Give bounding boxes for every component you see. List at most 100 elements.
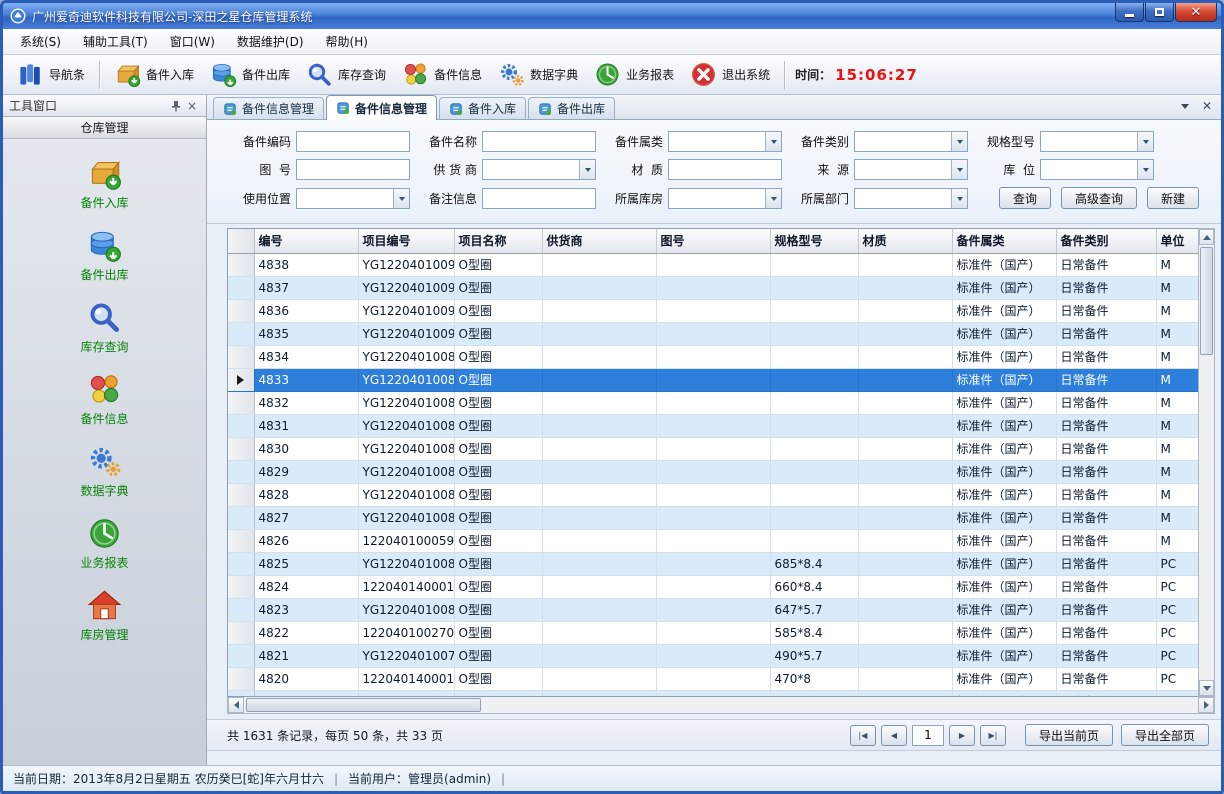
table-cell	[770, 322, 858, 345]
table-row[interactable]: 4825YG12204010081O型圈685*8.4标准件（国产）日常备件PC	[228, 552, 1198, 575]
last-page-button[interactable]: ▶|	[980, 725, 1006, 746]
table-column-header: 规格型号	[770, 229, 858, 253]
toolbar-button-data-dict[interactable]: 数据字典	[490, 58, 586, 91]
new-button[interactable]: 新建	[1147, 187, 1199, 209]
table-cell	[656, 667, 770, 690]
sidebar-item-parts-in[interactable]: 备件入库	[3, 147, 206, 219]
table-cell: 4828	[254, 483, 358, 506]
vertical-scrollbar[interactable]	[1198, 228, 1215, 697]
search-field-input[interactable]	[482, 131, 596, 152]
prev-page-button[interactable]: ◀	[881, 725, 907, 746]
table-row[interactable]: 4834YG12204010089O型圈标准件（国产）日常备件M	[228, 345, 1198, 368]
table-cell	[656, 644, 770, 667]
vertical-scroll-track[interactable]	[1199, 245, 1214, 680]
menu-item[interactable]: 数据维护(D)	[226, 29, 315, 54]
search-field-select[interactable]	[296, 188, 410, 209]
scroll-up-icon[interactable]	[1199, 229, 1214, 245]
search-field-input[interactable]	[668, 159, 782, 180]
table-cell: YG12204010083	[358, 483, 454, 506]
chevron-down-icon[interactable]	[1177, 98, 1193, 114]
chevron-down-icon	[951, 160, 967, 179]
search-field-input[interactable]	[296, 159, 410, 180]
vertical-scroll-thumb[interactable]	[1200, 247, 1213, 355]
table-row[interactable]: 4830YG12204010085O型圈标准件（国产）日常备件M	[228, 437, 1198, 460]
search-field-group: 材 质	[601, 159, 787, 180]
table-cell	[858, 575, 952, 598]
close-button[interactable]: ✕	[1175, 3, 1217, 22]
search-field-select[interactable]	[1040, 159, 1154, 180]
sidebar-item-stock-query[interactable]: 库存查询	[3, 291, 206, 363]
sidebar-item-parts-info[interactable]: 备件信息	[3, 363, 206, 435]
sidebar-item-parts-out[interactable]: 备件出库	[3, 219, 206, 291]
search-field-input[interactable]	[296, 131, 410, 152]
search-field-select[interactable]	[854, 159, 968, 180]
sidebar-item-data-dict[interactable]: 数据字典	[3, 435, 206, 507]
table-row[interactable]: 48241220401400012O型圈660*8.4标准件（国产）日常备件PC	[228, 575, 1198, 598]
table-row-partial[interactable]: 标准件（国产）日常备件	[228, 690, 1198, 697]
table-row[interactable]: 4833YG12204010088O型圈标准件（国产）日常备件M	[228, 368, 1198, 391]
export-all-pages-button[interactable]: 导出全部页	[1121, 724, 1209, 746]
search-field-input[interactable]	[482, 188, 596, 209]
scroll-down-icon[interactable]	[1199, 680, 1214, 696]
toolbar-button-report[interactable]: 业务报表	[586, 58, 682, 91]
maximize-button[interactable]	[1145, 3, 1174, 22]
close-icon[interactable]: ×	[184, 98, 200, 114]
close-tab-icon[interactable]: ✕	[1199, 98, 1215, 114]
table-row[interactable]: 4823YG12204010080O型圈647*5.7标准件（国产）日常备件PC	[228, 598, 1198, 621]
advanced-query-button[interactable]: 高级查询	[1061, 187, 1137, 209]
export-current-page-button[interactable]: 导出当前页	[1025, 724, 1113, 746]
table-cell: M	[1156, 529, 1198, 552]
pin-icon[interactable]	[168, 98, 184, 114]
toolbar-button-exit[interactable]: 退出系统	[682, 58, 778, 91]
table-row[interactable]: 48261220401000599O型圈标准件（国产）日常备件M	[228, 529, 1198, 552]
table-cell: 日常备件	[1056, 483, 1156, 506]
table-cell	[770, 414, 858, 437]
tab-0[interactable]: 备件信息管理	[213, 97, 324, 119]
table-row[interactable]: 4831YG12204010086O型圈标准件（国产）日常备件M	[228, 414, 1198, 437]
first-page-button[interactable]: |◀	[850, 725, 876, 746]
page-number-input[interactable]	[912, 725, 944, 746]
table-row[interactable]: 4829YG12204010084O型圈标准件（国产）日常备件M	[228, 460, 1198, 483]
table-row[interactable]: 48221220401002700O型圈585*8.4标准件（国产）日常备件PC	[228, 621, 1198, 644]
minimize-button[interactable]	[1115, 3, 1144, 22]
search-field-select[interactable]	[854, 188, 968, 209]
menu-item[interactable]: 窗口(W)	[159, 29, 226, 54]
tab-1[interactable]: 备件信息管理	[326, 95, 437, 120]
table-row[interactable]: 4835YG12204010090O型圈标准件（国产）日常备件M	[228, 322, 1198, 345]
table-row[interactable]: 4821YG12204010079O型圈490*5.7标准件（国产）日常备件PC	[228, 644, 1198, 667]
table-row[interactable]: 4838YG12204010093O型圈标准件（国产）日常备件M	[228, 253, 1198, 276]
table-row[interactable]: 4836YG12204010091O型圈标准件（国产）日常备件M	[228, 299, 1198, 322]
table-cell: 标准件（国产）	[952, 690, 1056, 697]
menu-item[interactable]: 帮助(H)	[315, 29, 379, 54]
search-field-select[interactable]	[668, 131, 782, 152]
query-button[interactable]: 查询	[999, 187, 1051, 209]
search-field-label: 备件编码	[229, 133, 291, 150]
scroll-left-icon[interactable]	[228, 697, 244, 713]
table-row[interactable]: 4828YG12204010083O型圈标准件（国产）日常备件M	[228, 483, 1198, 506]
search-field-select[interactable]	[1040, 131, 1154, 152]
tab-3[interactable]: 备件出库	[528, 97, 615, 119]
toolbar-button-parts-info[interactable]: 备件信息	[394, 58, 490, 91]
next-page-button[interactable]: ▶	[949, 725, 975, 746]
table-row[interactable]: 48201220401400013O型圈470*8标准件（国产）日常备件PC	[228, 667, 1198, 690]
toolbar-button-stock-query[interactable]: 库存查询	[298, 58, 394, 91]
menu-item[interactable]: 辅助工具(T)	[72, 29, 159, 54]
sidebar-item-warehouse[interactable]: 库房管理	[3, 579, 206, 651]
toolbar-button-parts-out[interactable]: 备件出库	[202, 58, 298, 91]
table-row[interactable]: 4832YG12204010087O型圈标准件（国产）日常备件M	[228, 391, 1198, 414]
toolbar-button-nav[interactable]: 导航条	[9, 58, 93, 91]
sidebar-item-report[interactable]: 业务报表	[3, 507, 206, 579]
horizontal-scroll-track[interactable]	[244, 697, 1198, 713]
search-field-select[interactable]	[482, 159, 596, 180]
tab-2[interactable]: 备件入库	[439, 97, 526, 119]
horizontal-scroll-thumb[interactable]	[246, 698, 481, 712]
toolbar-items: 导航条备件入库备件出库库存查询备件信息数据字典业务报表退出系统	[9, 58, 778, 91]
menu-item[interactable]: 系统(S)	[9, 29, 72, 54]
search-field-select[interactable]	[854, 131, 968, 152]
table-row[interactable]: 4827YG12204010082O型圈标准件（国产）日常备件M	[228, 506, 1198, 529]
toolbar-button-parts-in[interactable]: 备件入库	[106, 58, 202, 91]
horizontal-scrollbar[interactable]	[227, 697, 1215, 714]
scroll-right-icon[interactable]	[1198, 697, 1214, 713]
table-row[interactable]: 4837YG12204010092O型圈标准件（国产）日常备件M	[228, 276, 1198, 299]
search-field-select[interactable]	[668, 188, 782, 209]
